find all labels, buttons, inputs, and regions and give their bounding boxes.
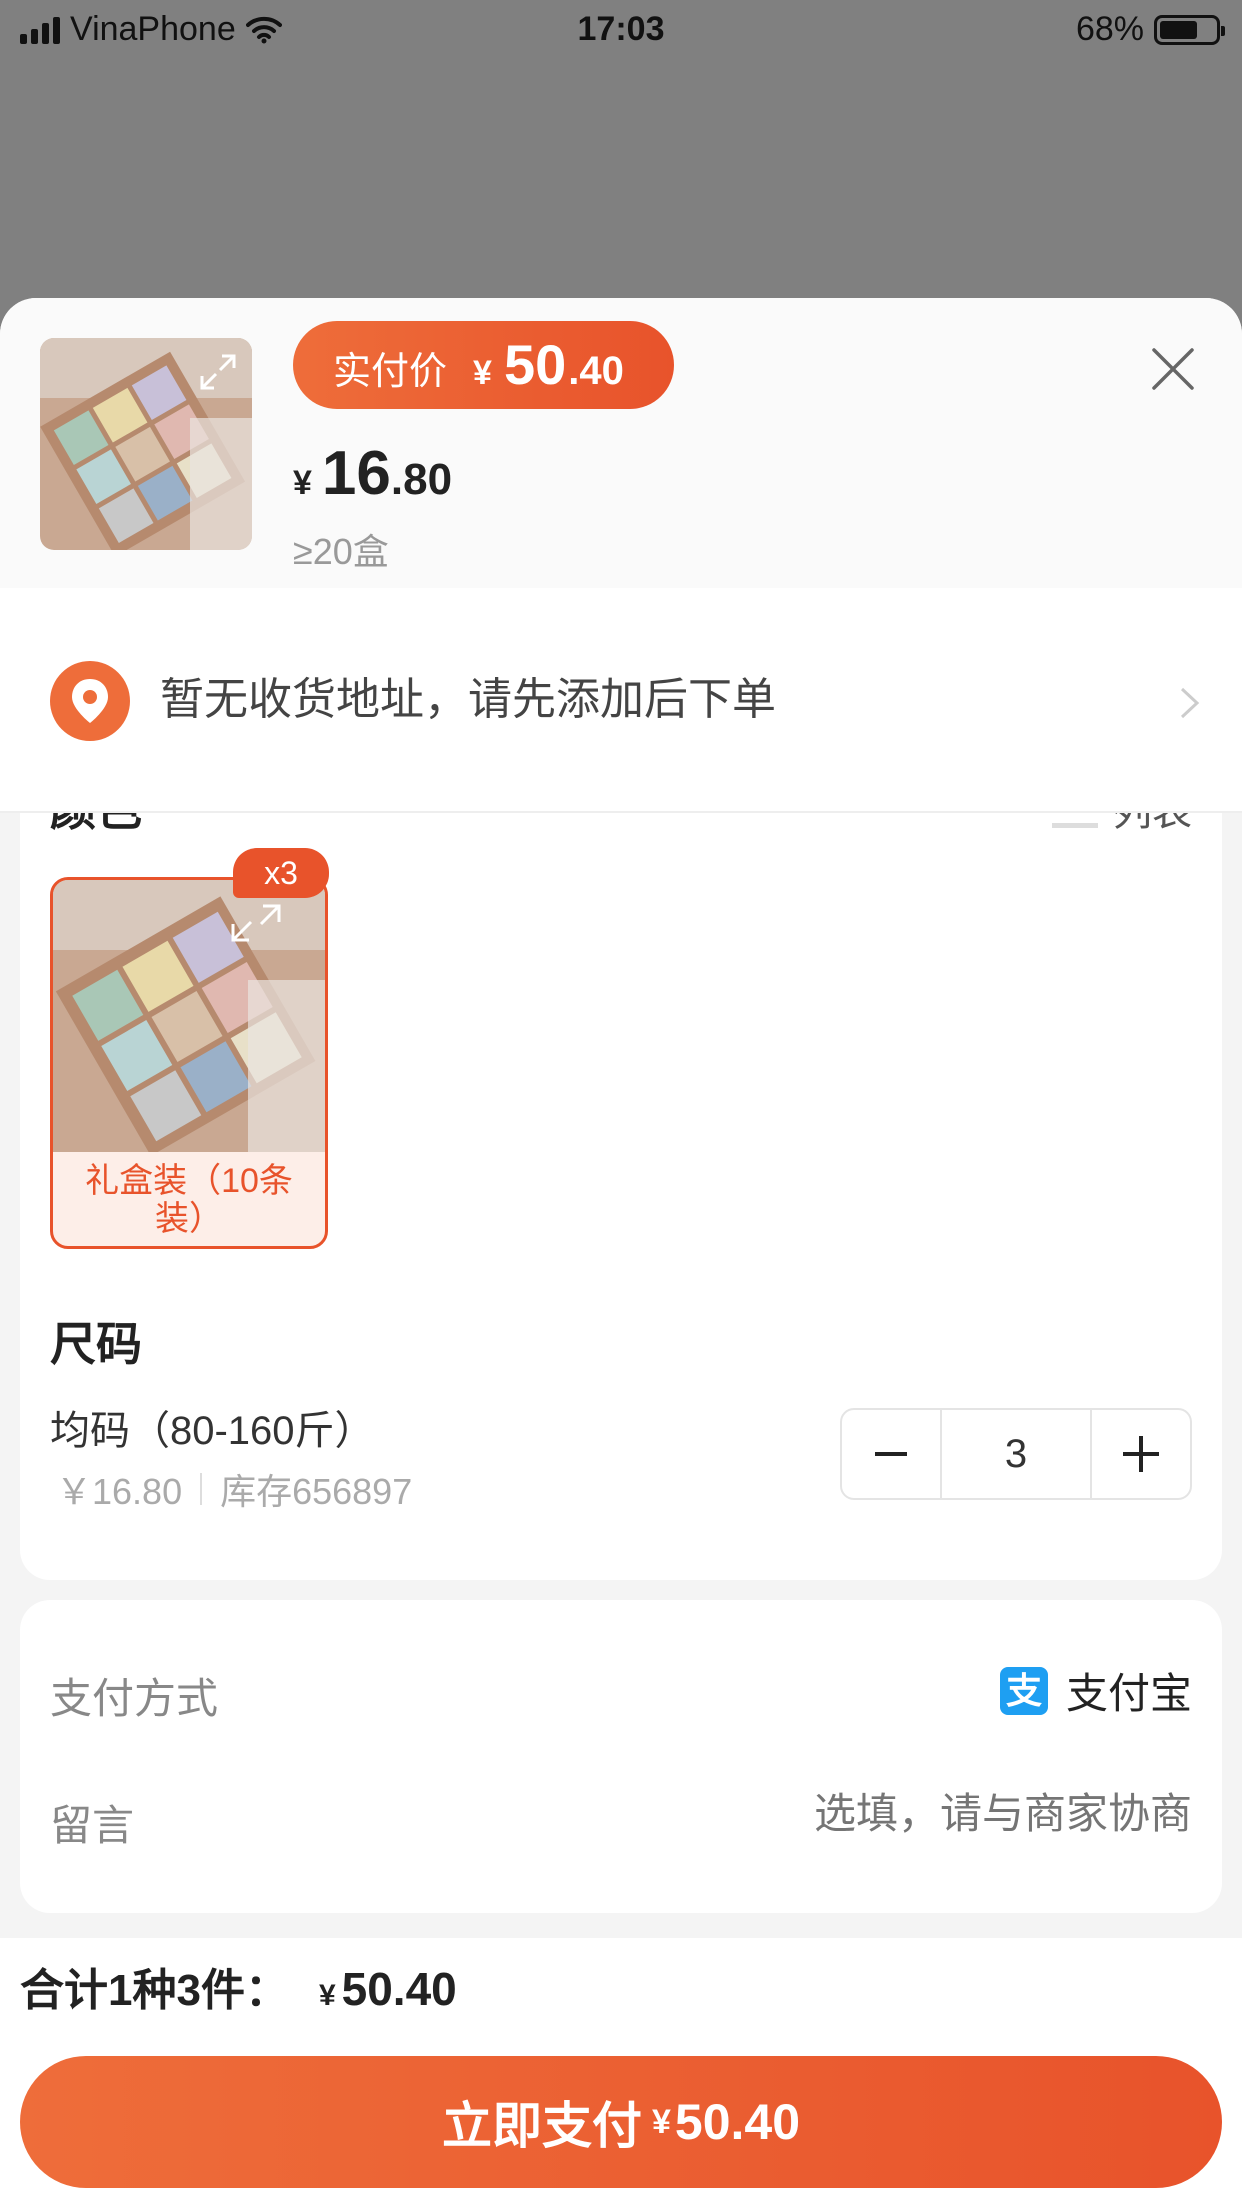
payment-card: 支付方式 支 支付宝 留言: [20, 1600, 1222, 1913]
decrement-button[interactable]: [842, 1410, 940, 1498]
minimum-quantity: ≥20盒: [293, 531, 389, 572]
payment-method-label: 支付方式: [50, 1675, 219, 1722]
size-option-name: 均码（80-160斤）: [50, 1409, 375, 1453]
quantity-stepper: 3: [840, 1408, 1192, 1500]
quantity-value[interactable]: 3: [940, 1410, 1092, 1498]
expand-icon[interactable]: [196, 350, 240, 394]
alipay-icon: 支: [999, 1666, 1048, 1715]
list-view-toggle[interactable]: 列表: [1052, 813, 1192, 837]
divider: [200, 1473, 203, 1505]
paid-price-decimal: .40: [568, 349, 624, 393]
total-currency: ¥: [318, 1979, 336, 2012]
selected-quantity-badge: x3: [233, 848, 329, 898]
increment-button[interactable]: [1092, 1410, 1190, 1498]
paid-price-label: 实付价: [333, 351, 448, 393]
plus-icon: [1123, 1436, 1159, 1472]
order-total: 合计1种3件： ¥ 50.40: [20, 1954, 457, 2018]
pay-now-currency: ¥: [651, 2102, 671, 2141]
paid-price-integer: 50: [503, 333, 567, 396]
color-option-label: 礼盒装（10条装）: [85, 1162, 293, 1238]
clock: 17:03: [577, 10, 665, 48]
address-row[interactable]: 暂无收货地址，请先添加后下单: [0, 588, 1242, 813]
memo-input[interactable]: [592, 1790, 1192, 1838]
size-option-price: ￥16.80: [56, 1471, 183, 1512]
paid-price-currency: ¥: [473, 354, 492, 392]
product-thumbnail[interactable]: [40, 338, 252, 550]
unit-price: ¥ 16 .80: [293, 438, 452, 509]
total-label: 合计1种3件：: [20, 1966, 289, 2015]
purchase-sheet: 实付价 ¥ 50 .40 ¥ 16 .80 ≥20盒 暂无收货地址，请先添加后下…: [0, 298, 1242, 2208]
list-toggle-label: 列表: [1112, 813, 1192, 837]
pay-now-label: 立即支付: [441, 2098, 642, 2154]
payment-method-value: 支付宝: [1065, 1670, 1192, 1717]
color-option-gift-box[interactable]: 礼盒装（10条装）: [50, 877, 328, 1249]
chevron-right-icon: [1180, 687, 1200, 719]
pay-now-value: 50.40: [674, 2094, 801, 2150]
battery-percent: 68%: [1075, 10, 1144, 48]
location-pin-icon: [50, 661, 130, 741]
payment-method-selector[interactable]: 支 支付宝: [999, 1660, 1192, 1721]
minus-icon: [875, 1452, 907, 1456]
unit-price-currency: ¥: [293, 464, 312, 502]
size-option-stock: 库存656897: [220, 1471, 413, 1512]
pay-now-button[interactable]: 立即支付 ¥ 50.40: [20, 2056, 1222, 2188]
address-placeholder-text: 暂无收货地址，请先添加后下单: [160, 675, 776, 724]
battery-icon: [1154, 14, 1225, 45]
unit-price-decimal: .80: [390, 455, 453, 504]
options-card: 颜色 列表: [20, 813, 1222, 1580]
color-section-title: 颜色: [50, 813, 142, 839]
status-bar: VinaPhone 17:03 68%: [0, 0, 1242, 60]
close-icon[interactable]: [1150, 346, 1196, 392]
checkout-footer: 合计1种3件： ¥ 50.40 立即支付 ¥ 50.40: [0, 1938, 1242, 2208]
memo-label: 留言: [50, 1802, 135, 1849]
total-value: 50.40: [341, 1963, 457, 2015]
paid-price-badge: 实付价 ¥ 50 .40: [293, 321, 674, 409]
size-option-meta: ￥16.80 库存656897: [56, 1463, 412, 1515]
unit-price-integer: 16: [321, 439, 391, 508]
size-section-title: 尺码: [50, 1318, 142, 1370]
color-option-image: [53, 880, 325, 1152]
list-icon: [1052, 813, 1098, 828]
product-header: 实付价 ¥ 50 .40 ¥ 16 .80 ≥20盒: [0, 298, 1242, 588]
